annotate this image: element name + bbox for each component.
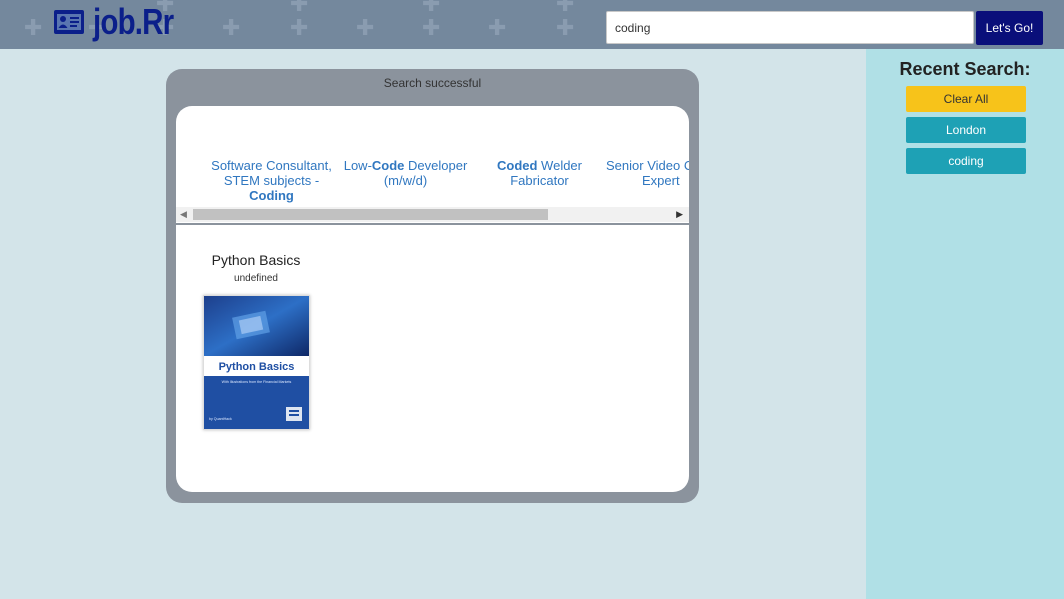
job-title-highlight: Code (371, 158, 405, 173)
divider (176, 223, 689, 225)
lets-go-button[interactable]: Let's Go! (976, 11, 1043, 45)
logo-text: job.Rr (93, 1, 174, 42)
cover-subtitle: With Illustrations from the Financial Ma… (222, 380, 292, 384)
clear-all-button[interactable]: Clear All (906, 86, 1026, 112)
job-title-text: Low- (343, 158, 372, 173)
recent-search-item[interactable]: coding (906, 148, 1026, 174)
job-link[interactable]: Senior Video C Expert (606, 158, 689, 188)
horizontal-scrollbar[interactable]: ◀ ▶ (176, 207, 689, 222)
job-title-highlight: Coded (496, 158, 538, 173)
recent-search-item[interactable]: London (906, 117, 1026, 143)
course-title: Python Basics (211, 252, 301, 268)
scrollbar-thumb[interactable] (193, 209, 548, 220)
job-link[interactable]: Software Consultant, STEM subjects - Cod… (204, 158, 339, 203)
search-status: Search successful (383, 76, 482, 90)
book-cover-image: Python Basics With Illustrations from th… (204, 296, 309, 429)
course-subtitle: undefined (234, 273, 278, 284)
logo[interactable]: job.Rr (53, 2, 191, 42)
course-cover[interactable]: Python Basics With Illustrations from th… (203, 295, 310, 430)
job-link[interactable]: Coded Welder Fabricator (472, 158, 607, 188)
results-panel: Search successful Software Consultant, S… (166, 69, 699, 503)
job-title-text: Expert (642, 173, 680, 188)
job-title-text: Software Consultant, STEM subjects - (211, 158, 332, 188)
cover-title: Python Basics (219, 361, 295, 373)
recent-search-title: Recent Search: (899, 59, 1031, 79)
job-title-highlight: Coding (249, 188, 294, 203)
arrow-left-icon[interactable]: ◀ (180, 209, 187, 220)
cover-author: by QuantHack (209, 417, 232, 421)
results-content: Software Consultant, STEM subjects - Cod… (176, 106, 689, 492)
search-input[interactable] (606, 11, 974, 44)
id-card-icon (54, 10, 84, 34)
arrow-right-icon[interactable]: ▶ (676, 209, 683, 220)
job-link[interactable]: Low-Code Developer (m/w/d) (338, 158, 473, 188)
job-title-text: Senior Video C (606, 158, 689, 173)
recent-search-sidebar: Recent Search: Clear All London coding (866, 49, 1064, 599)
job-list: Software Consultant, STEM subjects - Cod… (176, 106, 689, 207)
header: ✚ ✚ ✚ ✚ ✚ ✚ ✚ ✚ ✚ ✚ ✚ ✚ ✚ job.Rr Let's G… (0, 0, 1064, 49)
